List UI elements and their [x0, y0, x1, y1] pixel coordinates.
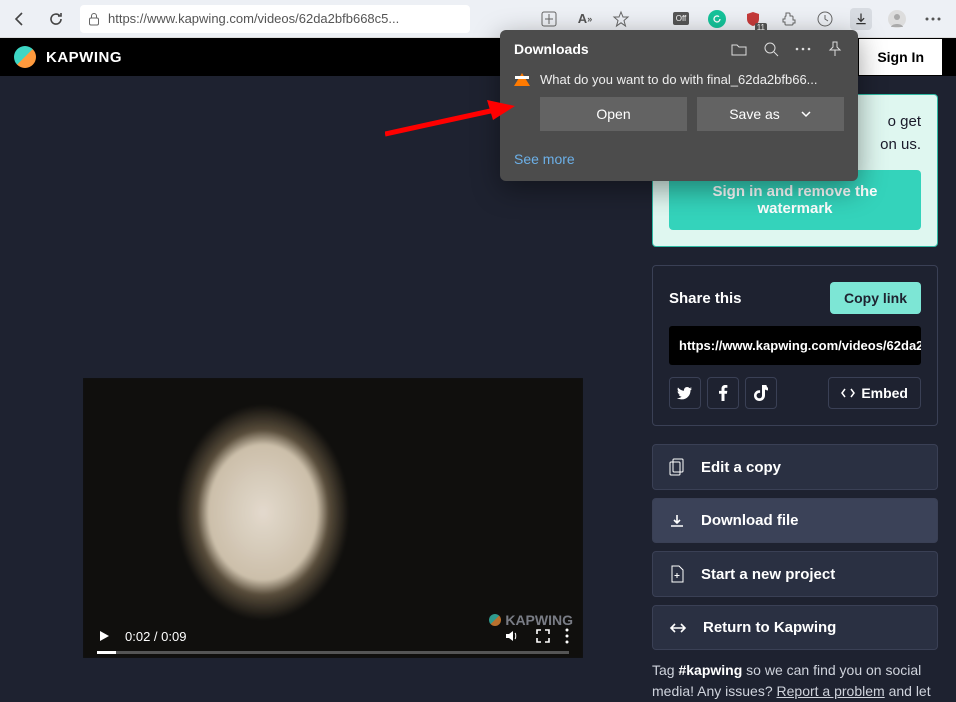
favorites-icon[interactable]: [610, 8, 632, 30]
play-icon[interactable]: [97, 629, 111, 643]
volume-icon[interactable]: [503, 627, 521, 645]
pin-icon[interactable]: [826, 40, 844, 58]
shield-icon[interactable]: 11: [742, 8, 764, 30]
url-text: https://www.kapwing.com/videos/62da2bfb6…: [108, 11, 399, 26]
copy-link-button[interactable]: Copy link: [830, 282, 921, 314]
download-file-button[interactable]: Download file: [652, 498, 938, 543]
lock-icon: [88, 12, 100, 26]
tag-text: Tag #kapwing so we can find you on socia…: [652, 660, 938, 702]
share-title: Share this: [669, 290, 742, 307]
brand-mark-icon: [14, 46, 36, 68]
see-more-link[interactable]: See more: [500, 145, 858, 181]
edit-copy-button[interactable]: Edit a copy: [652, 444, 938, 490]
downloads-icon[interactable]: [850, 8, 872, 30]
grammarly-icon[interactable]: [706, 8, 728, 30]
vlc-icon: [514, 73, 530, 86]
brand-logo[interactable]: KAPWING: [14, 46, 122, 68]
annotation-arrow: [385, 100, 515, 150]
more-icon[interactable]: [922, 8, 944, 30]
folder-icon[interactable]: [730, 40, 748, 58]
open-button[interactable]: Open: [540, 97, 687, 131]
signin-button[interactable]: Sign In: [859, 39, 942, 75]
progress-bar[interactable]: [97, 651, 569, 654]
text-size-icon[interactable]: A»: [574, 8, 596, 30]
history-icon[interactable]: [814, 8, 836, 30]
search-icon[interactable]: [762, 40, 780, 58]
back-button[interactable]: [8, 7, 32, 31]
video-player[interactable]: KAPWING 0:02 / 0:09: [83, 378, 583, 658]
share-url[interactable]: https://www.kapwing.com/videos/62da2bfb: [669, 326, 921, 365]
save-as-button[interactable]: Save as: [697, 97, 844, 131]
facebook-icon[interactable]: [707, 377, 739, 409]
embed-button[interactable]: Embed: [828, 377, 921, 409]
brand-text: KAPWING: [46, 49, 122, 66]
downloads-title: Downloads: [514, 41, 716, 57]
fullscreen-icon[interactable]: [535, 628, 551, 644]
extensions-area: A» Off 11: [538, 8, 948, 30]
share-card: Share this Copy link https://www.kapwing…: [652, 265, 938, 426]
download-prompt: What do you want to do with final_62da2b…: [540, 72, 818, 87]
return-button[interactable]: Return to Kapwing: [652, 605, 938, 650]
off-badge-icon[interactable]: Off: [670, 8, 692, 30]
read-aloud-icon[interactable]: [538, 8, 560, 30]
kebab-icon[interactable]: [565, 628, 569, 644]
profile-icon[interactable]: [886, 8, 908, 30]
downloads-panel: Downloads What do you want to do with fi…: [500, 30, 858, 181]
download-item: What do you want to do with final_62da2b…: [500, 68, 858, 145]
refresh-button[interactable]: [44, 7, 68, 31]
video-time: 0:02 / 0:09: [125, 629, 186, 644]
new-project-button[interactable]: Start a new project: [652, 551, 938, 597]
address-bar[interactable]: https://www.kapwing.com/videos/62da2bfb6…: [80, 5, 470, 33]
tiktok-icon[interactable]: [745, 377, 777, 409]
panel-more-icon[interactable]: [794, 40, 812, 58]
twitter-icon[interactable]: [669, 377, 701, 409]
extensions-icon[interactable]: [778, 8, 800, 30]
report-problem-link[interactable]: Report a problem: [777, 683, 885, 699]
